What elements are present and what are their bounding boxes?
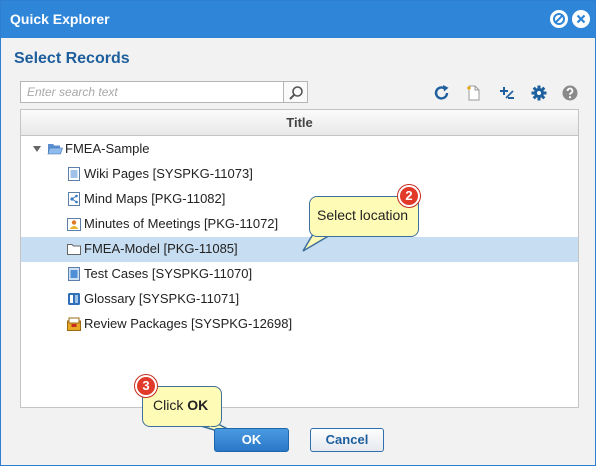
collapse-arrow-icon[interactable]: [33, 146, 41, 152]
tree-item-label: Mind Maps [PKG-11082]: [84, 191, 226, 206]
quick-explorer-dialog: Quick Explorer Select Records Enter sear…: [0, 0, 596, 466]
test-cases-icon: [68, 267, 80, 281]
callout-text-prefix: Click: [153, 397, 188, 413]
ok-button[interactable]: OK: [214, 428, 289, 452]
wiki-pages-icon: [68, 167, 80, 181]
cancel-button[interactable]: Cancel: [310, 428, 384, 452]
open-folder-icon: [47, 144, 63, 155]
search-box: [20, 81, 284, 103]
help-icon[interactable]: [560, 83, 580, 103]
settings-gear-icon[interactable]: [529, 83, 549, 103]
records-grid: Title FMEA-Sample Wiki Pages [SYSPKG-110…: [20, 109, 579, 408]
tree-item-mind-maps[interactable]: Mind Maps [PKG-11082]: [21, 187, 578, 212]
callout-pointer-join: [319, 221, 349, 235]
minimize-icon: [553, 13, 565, 25]
close-button[interactable]: [572, 10, 590, 28]
folder-icon: [67, 244, 81, 255]
window-title: Quick Explorer: [10, 11, 110, 27]
search-icon: [289, 86, 303, 100]
meeting-icon: [67, 218, 81, 231]
tree-item-test-cases[interactable]: Test Cases [SYSPKG-11070]: [21, 262, 578, 287]
tree-item-label: Wiki Pages [SYSPKG-11073]: [84, 166, 253, 181]
step-badge-3: 3: [135, 375, 157, 397]
tree-item-label: FMEA-Model [PKG-11085]: [84, 241, 238, 256]
tree-item-label: Test Cases [SYSPKG-11070]: [84, 266, 253, 281]
dialog-heading: Select Records: [14, 50, 130, 67]
close-icon: [576, 14, 586, 24]
minimize-button[interactable]: [550, 10, 568, 28]
tree-item-label: Minutes of Meetings [PKG-11072]: [84, 216, 279, 231]
tree-item-label: Glossary [SYSPKG-11071]: [84, 291, 240, 306]
tree-root-fmea-sample[interactable]: FMEA-Sample: [21, 137, 578, 162]
mind-map-icon: [68, 192, 80, 206]
tree-item-review-packages[interactable]: Review Packages [SYSPKG-12698]: [21, 312, 578, 337]
column-header-title[interactable]: Title: [21, 110, 578, 136]
title-bar: Quick Explorer: [1, 1, 595, 38]
tree-item-label: Review Packages [SYSPKG-12698]: [84, 316, 293, 331]
step-badge-2: 2: [398, 185, 420, 207]
glossary-icon: [68, 293, 80, 305]
tree-item-glossary[interactable]: Glossary [SYSPKG-11071]: [21, 287, 578, 312]
tree-item-wiki-pages[interactable]: Wiki Pages [SYSPKG-11073]: [21, 162, 578, 187]
new-document-icon[interactable]: [464, 83, 484, 103]
search-button[interactable]: [284, 81, 308, 103]
search-input[interactable]: [21, 82, 283, 102]
tree-root-label: FMEA-Sample: [65, 141, 150, 156]
review-package-icon: [67, 317, 81, 331]
tree-item-fmea-model[interactable]: FMEA-Model [PKG-11085]: [21, 237, 578, 262]
tree-item-minutes-of-meetings[interactable]: Minutes of Meetings [PKG-11072]: [21, 212, 578, 237]
add-remove-icon[interactable]: [497, 83, 517, 103]
refresh-icon[interactable]: [432, 83, 452, 103]
